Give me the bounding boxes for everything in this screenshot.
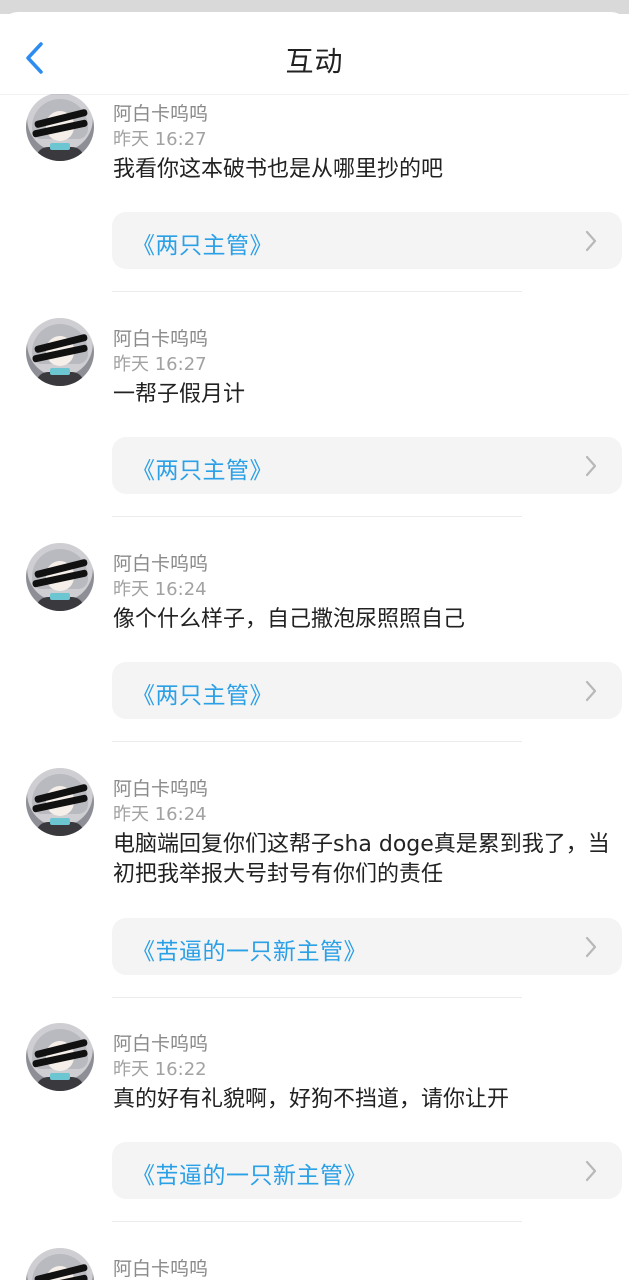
- user-name[interactable]: 阿白卡呜呜: [113, 1254, 208, 1280]
- timestamp: 昨天 16:27: [113, 129, 207, 150]
- user-name[interactable]: 阿白卡呜呜: [113, 549, 208, 576]
- avatar[interactable]: [26, 1248, 94, 1280]
- page-title: 互动: [285, 45, 344, 78]
- book-link-card[interactable]: 《两只主管》: [112, 437, 622, 494]
- divider: [112, 997, 522, 998]
- book-link-card[interactable]: 《两只主管》: [112, 662, 622, 719]
- timestamp: 昨天 16:24: [113, 579, 207, 600]
- chevron-right-icon: [585, 455, 597, 477]
- avatar[interactable]: [26, 768, 94, 836]
- divider: [112, 741, 522, 742]
- book-title-link: 《两只主管》: [132, 458, 273, 484]
- timestamp: 昨天 16:27: [113, 354, 207, 375]
- chevron-right-icon: [585, 1160, 597, 1182]
- book-title-link: 《两只主管》: [132, 233, 273, 259]
- avatar[interactable]: [26, 318, 94, 386]
- user-name[interactable]: 阿白卡呜呜: [113, 99, 208, 126]
- divider: [112, 291, 522, 292]
- comment-text: 像个什么样子，自己撒泡尿照照自己: [113, 607, 466, 632]
- avatar[interactable]: [26, 543, 94, 611]
- book-link-card[interactable]: 《两只主管》: [112, 212, 622, 269]
- top-nav-bar: 互动: [0, 12, 629, 94]
- comment-text: 一帮子假月计: [113, 382, 246, 407]
- list-item: 阿白卡呜呜 昨天 16:22 真的好有礼貌啊，好狗不挡道，请你让开 《苦逼的一只…: [0, 1023, 629, 1248]
- user-name[interactable]: 阿白卡呜呜: [113, 1029, 208, 1056]
- user-name[interactable]: 阿白卡呜呜: [113, 774, 208, 801]
- list-item: 阿白卡呜呜 昨天 16:24 电脑端回复你们这帮子sha doge真是累到我了，…: [0, 768, 629, 1023]
- comment-text: 我看你这本破书也是从哪里抄的吧: [113, 157, 444, 182]
- list-item: 阿白卡呜呜: [0, 1248, 629, 1280]
- chevron-right-icon: [585, 680, 597, 702]
- interaction-list: 阿白卡呜呜 昨天 16:27 我看你这本破书也是从哪里抄的吧 《两只主管》 阿白…: [0, 0, 629, 1280]
- timestamp: 昨天 16:22: [113, 1059, 207, 1080]
- avatar[interactable]: [26, 93, 94, 161]
- book-title-link: 《苦逼的一只新主管》: [132, 1163, 367, 1189]
- chevron-right-icon: [585, 230, 597, 252]
- comment-text: 真的好有礼貌啊，好狗不挡道，请你让开: [113, 1087, 510, 1112]
- list-item: 阿白卡呜呜 昨天 16:24 像个什么样子，自己撒泡尿照照自己 《两只主管》: [0, 543, 629, 768]
- book-link-card[interactable]: 《苦逼的一只新主管》: [112, 918, 622, 975]
- comment-text: 电脑端回复你们这帮子sha doge真是累到我了，当初把我举报大号封号有你们的责…: [113, 832, 610, 887]
- book-title-link: 《苦逼的一只新主管》: [132, 939, 367, 965]
- divider: [112, 516, 522, 517]
- list-item: 阿白卡呜呜 昨天 16:27 我看你这本破书也是从哪里抄的吧 《两只主管》: [0, 93, 629, 318]
- book-link-card[interactable]: 《苦逼的一只新主管》: [112, 1142, 622, 1199]
- book-title-link: 《两只主管》: [132, 683, 273, 709]
- list-item: 阿白卡呜呜 昨天 16:27 一帮子假月计 《两只主管》: [0, 318, 629, 543]
- divider: [112, 1221, 522, 1222]
- avatar[interactable]: [26, 1023, 94, 1091]
- chevron-right-icon: [585, 936, 597, 958]
- user-name[interactable]: 阿白卡呜呜: [113, 324, 208, 351]
- timestamp: 昨天 16:24: [113, 804, 207, 825]
